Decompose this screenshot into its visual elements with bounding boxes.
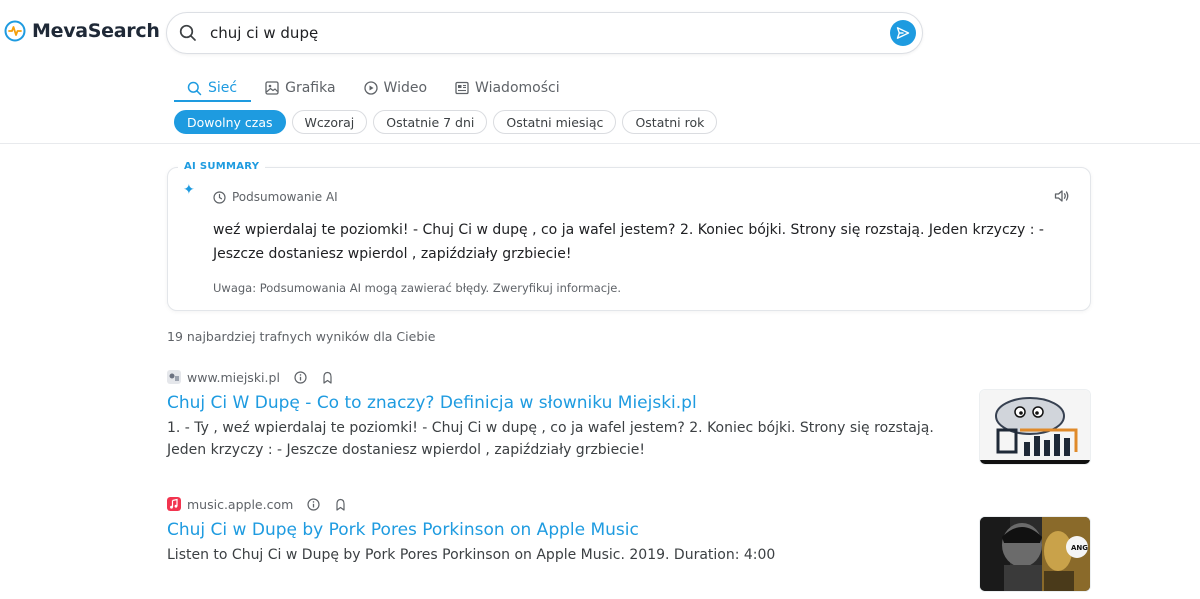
tab-label: Grafika	[285, 80, 336, 96]
search-submit-button[interactable]	[890, 20, 916, 46]
clock-icon	[213, 190, 226, 204]
result-count: 19 najbardziej trafnych wyników dla Cieb…	[167, 329, 436, 344]
result-title-link[interactable]: Chuj Ci w Dupę by Pork Pores Porkinson o…	[167, 520, 1091, 540]
search-result: music.apple.com Chuj Ci w Dupę by Pork P…	[167, 496, 1091, 592]
image-icon	[265, 81, 279, 95]
search-result: www.miejski.pl Chuj Ci W Dupę - Co to zn…	[167, 369, 1091, 465]
play-icon	[363, 81, 378, 95]
svg-text:ANG: ANG	[1071, 544, 1088, 552]
info-icon[interactable]	[307, 497, 320, 511]
ai-summary-disclaimer: Uwaga: Podsumowania AI mogą zawierać błę…	[213, 281, 622, 295]
news-icon	[455, 81, 469, 95]
filter-any-time[interactable]: Dowolny czas	[174, 110, 286, 134]
ai-summary-heading-text: Podsumowanie AI	[232, 190, 338, 204]
ai-summary-heading: Podsumowanie AI	[213, 190, 338, 204]
tab-news[interactable]: Wiadomości	[441, 74, 574, 102]
result-title-link[interactable]: Chuj Ci W Dupę - Co to znaczy? Definicja…	[167, 393, 1091, 413]
search-icon	[187, 81, 202, 95]
filter-last-year[interactable]: Ostatni rok	[622, 110, 718, 134]
result-snippet: Listen to Chuj Ci w Dupę by Pork Pores P…	[167, 547, 776, 563]
result-source: www.miejski.pl	[167, 369, 1091, 385]
logo[interactable]: MevaSearch	[4, 20, 160, 42]
logo-icon	[4, 20, 26, 42]
result-domain: music.apple.com	[187, 496, 294, 512]
result-snippet: 1. - Ty , weź wpierdalaj te poziomki! - …	[167, 420, 934, 458]
read-aloud-button[interactable]	[1054, 188, 1070, 207]
logo-text: MevaSearch	[32, 20, 160, 42]
favicon-icon	[167, 370, 181, 384]
tab-label: Sieć	[208, 80, 238, 96]
ai-summary-card: Podsumowanie AI weź wpierdalaj te poziom…	[167, 167, 1091, 311]
search-box	[166, 12, 923, 54]
send-icon	[896, 27, 910, 39]
sparkle-icon: ✦	[183, 182, 195, 198]
result-domain: www.miejski.pl	[187, 369, 280, 385]
filter-last-7-days[interactable]: Ostatnie 7 dni	[373, 110, 488, 134]
ai-summary-text: weź wpierdalaj te poziomki! - Chuj Ci w …	[213, 222, 1044, 262]
result-thumbnail[interactable]: ANG	[979, 516, 1091, 592]
header-divider	[0, 143, 1200, 144]
ai-summary-label: AI SUMMARY	[178, 161, 266, 172]
tab-video[interactable]: Wideo	[350, 74, 442, 102]
search-input[interactable]	[210, 22, 870, 44]
filter-yesterday[interactable]: Wczoraj	[291, 110, 368, 134]
tab-label: Wiadomości	[475, 80, 560, 96]
album-art-image: ANG	[980, 517, 1090, 591]
tab-web[interactable]: Sieć	[174, 74, 252, 102]
search-icon	[179, 24, 196, 41]
tab-label: Wideo	[383, 80, 428, 96]
time-filters: Dowolny czas Wczoraj Ostatnie 7 dni Osta…	[174, 110, 718, 134]
tab-images[interactable]: Grafika	[251, 74, 349, 102]
bookmark-icon[interactable]	[321, 371, 334, 384]
info-icon[interactable]	[294, 370, 307, 384]
thumbnail-image	[980, 390, 1090, 464]
bookmark-icon[interactable]	[334, 498, 347, 511]
speaker-icon	[1054, 190, 1069, 202]
apple-music-icon	[167, 497, 181, 511]
result-source: music.apple.com	[167, 496, 1091, 512]
search-tabs: Sieć Grafika Wideo Wiadomości	[174, 74, 574, 102]
result-thumbnail[interactable]	[979, 389, 1091, 465]
filter-last-month[interactable]: Ostatni miesiąc	[493, 110, 617, 134]
